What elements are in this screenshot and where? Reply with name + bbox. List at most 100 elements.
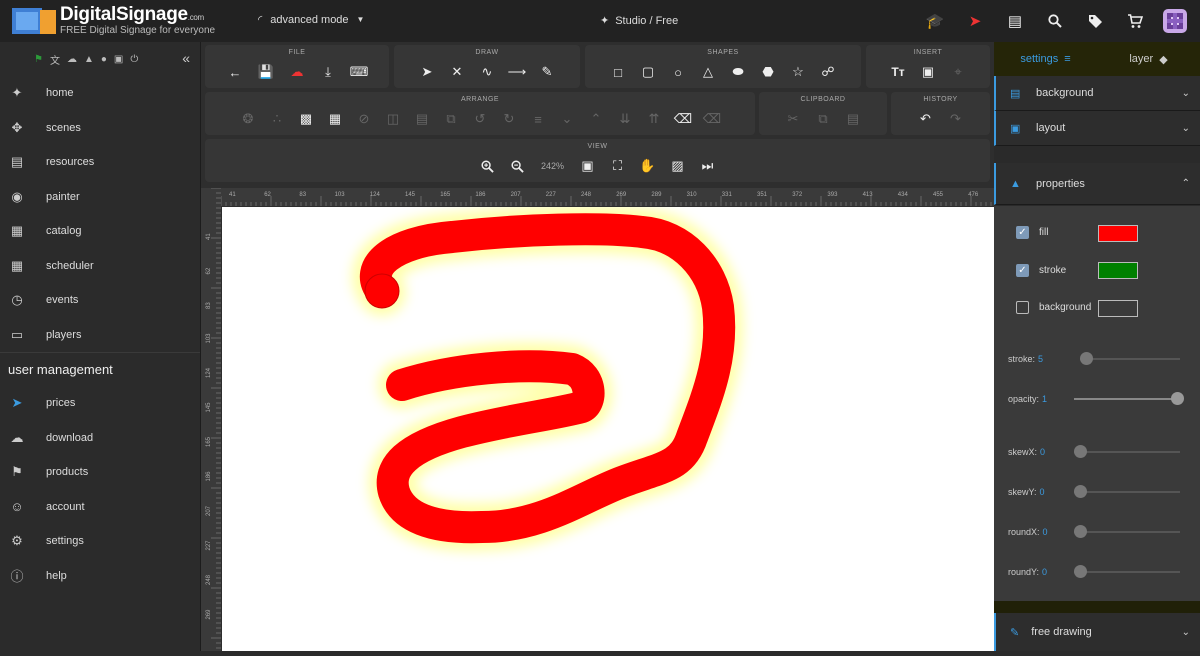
- chat-icon[interactable]: ▤: [1002, 8, 1028, 34]
- preview-icon[interactable]: ▨: [668, 156, 688, 176]
- stroke-color-swatch[interactable]: [1098, 262, 1138, 279]
- copy-icon[interactable]: ⧉: [813, 109, 833, 129]
- group-icon[interactable]: ❂: [238, 109, 258, 129]
- skewx-slider[interactable]: [1074, 445, 1087, 458]
- cut-path-icon[interactable]: ✕: [447, 62, 467, 82]
- cart-icon[interactable]: [1122, 8, 1148, 34]
- sidebar-item-home[interactable]: ✦ home: [0, 76, 200, 111]
- play-next-icon[interactable]: ⏭: [698, 156, 718, 176]
- background-checkbox[interactable]: [1016, 301, 1029, 314]
- nodes-icon[interactable]: ☍: [818, 62, 838, 82]
- logo[interactable]: DigitalSignage.com FREE Digital Signage …: [12, 5, 215, 36]
- flip-v-icon[interactable]: ▤: [412, 109, 432, 129]
- sidebar-item-painter[interactable]: ◉ painter: [0, 180, 200, 215]
- pencil-icon[interactable]: ✎: [537, 62, 557, 82]
- fullscreen-icon[interactable]: ⛶: [608, 156, 628, 176]
- rocket-icon[interactable]: ➤: [962, 8, 988, 34]
- bulb-icon[interactable]: ●: [101, 54, 107, 65]
- circle-icon[interactable]: ○: [668, 62, 688, 82]
- bring-forward-icon[interactable]: ⌃: [586, 109, 606, 129]
- sidebar-item-catalog[interactable]: ▦ catalog: [0, 214, 200, 249]
- flag-icon[interactable]: ⚑: [34, 54, 43, 65]
- background-color-swatch[interactable]: [1098, 300, 1138, 317]
- pointer-icon[interactable]: ➤: [417, 62, 437, 82]
- grid-icon[interactable]: ▦: [325, 109, 345, 129]
- align-icon[interactable]: ≡: [528, 109, 548, 129]
- flip-h-icon[interactable]: ◫: [383, 109, 403, 129]
- arrow-line-icon[interactable]: ⟶: [507, 62, 527, 82]
- rounded-rect-icon[interactable]: ▢: [638, 62, 658, 82]
- sidebar-item-prices[interactable]: ➤ prices: [0, 386, 200, 421]
- undo-icon[interactable]: ↶: [916, 109, 936, 129]
- fit-screen-icon[interactable]: ▣: [578, 156, 598, 176]
- roundx-slider[interactable]: [1074, 525, 1087, 538]
- avatar[interactable]: [1162, 8, 1188, 34]
- sidebar-item-download[interactable]: ☁ download: [0, 421, 200, 456]
- paste-icon[interactable]: ▤: [843, 109, 863, 129]
- zoom-in-icon[interactable]: [478, 156, 498, 176]
- crop-icon[interactable]: ⌖: [948, 62, 968, 82]
- free-drawing-section[interactable]: ✎ free drawing ⌄: [994, 613, 1200, 651]
- freehand-stroke[interactable]: [360, 213, 736, 544]
- rectangle-icon[interactable]: □: [608, 62, 628, 82]
- triangle-icon[interactable]: △: [698, 62, 718, 82]
- fill-color-swatch[interactable]: [1098, 225, 1138, 242]
- sidebar-item-account[interactable]: ☺ account: [0, 490, 200, 525]
- pan-hand-icon[interactable]: ✋: [638, 156, 658, 176]
- layout-section[interactable]: ▣ layout ⌄: [994, 111, 1200, 146]
- roundy-slider[interactable]: [1074, 565, 1087, 578]
- star-icon[interactable]: ☆: [788, 62, 808, 82]
- screen-icon[interactable]: ▣: [114, 54, 123, 65]
- search-icon[interactable]: [1042, 8, 1068, 34]
- fill-checkbox[interactable]: ✓: [1016, 226, 1029, 239]
- back-icon[interactable]: ←: [225, 62, 245, 82]
- drawing-canvas[interactable]: [222, 207, 994, 651]
- mode-dropdown[interactable]: ◜ advanced mode ▼: [258, 13, 364, 27]
- collapse-sidebar-icon[interactable]: «: [182, 50, 190, 66]
- select-all-icon[interactable]: ▩: [296, 109, 316, 129]
- text-icon[interactable]: Tт: [888, 62, 908, 82]
- sidebar-item-scheduler[interactable]: ▦ scheduler: [0, 249, 200, 284]
- opacity-slider[interactable]: [1171, 392, 1184, 405]
- sidebar-item-settings[interactable]: ⚙ settings: [0, 524, 200, 559]
- tag-icon[interactable]: [1082, 8, 1108, 34]
- ellipse-icon[interactable]: ⬬: [728, 62, 748, 82]
- hexagon-icon[interactable]: ⬣: [758, 62, 778, 82]
- rotate-left-icon[interactable]: ↺: [470, 109, 490, 129]
- tray-icon[interactable]: ▲: [84, 54, 94, 65]
- sidebar-item-products[interactable]: ⚑ products: [0, 455, 200, 490]
- hide-icon[interactable]: ⊘: [354, 109, 374, 129]
- ungroup-icon[interactable]: ∴: [267, 109, 287, 129]
- cloud-icon[interactable]: ☁: [67, 54, 77, 65]
- delete-all-icon[interactable]: ⌫: [673, 109, 693, 129]
- sidebar-item-players[interactable]: ▭ players: [0, 318, 200, 353]
- sidebar-item-resources[interactable]: ▤ resources: [0, 145, 200, 180]
- zoom-out-icon[interactable]: [508, 156, 528, 176]
- trash-icon[interactable]: ⌫: [702, 109, 722, 129]
- rotate-right-icon[interactable]: ↻: [499, 109, 519, 129]
- graduation-cap-icon[interactable]: 🎓: [922, 8, 948, 34]
- sidebar-item-scenes[interactable]: ✥ scenes: [0, 111, 200, 146]
- tab-layer[interactable]: layer ◆: [1097, 53, 1200, 66]
- power-icon[interactable]: ⏻: [130, 54, 138, 65]
- properties-section[interactable]: ▲ properties ⌃: [994, 163, 1200, 205]
- bring-to-front-icon[interactable]: ⇈: [644, 109, 664, 129]
- cloud-upload-icon[interactable]: ☁: [287, 62, 307, 82]
- tab-settings[interactable]: settings ≡: [994, 53, 1097, 65]
- keyboard-icon[interactable]: ⌨: [349, 62, 369, 82]
- download-icon[interactable]: ⤓: [318, 62, 338, 82]
- send-to-back-icon[interactable]: ⇊: [615, 109, 635, 129]
- duplicate-icon[interactable]: ⧉: [441, 109, 461, 129]
- skewy-slider[interactable]: [1074, 485, 1087, 498]
- polyline-icon[interactable]: ∿: [477, 62, 497, 82]
- sidebar-item-help[interactable]: ⓘ help: [0, 559, 200, 594]
- background-section[interactable]: ▤ background ⌄: [994, 76, 1200, 111]
- sidebar-item-events[interactable]: ◷ events: [0, 283, 200, 318]
- stroke-slider[interactable]: [1080, 352, 1093, 365]
- redo-icon[interactable]: ↷: [946, 109, 966, 129]
- translate-icon[interactable]: 文: [50, 52, 60, 67]
- image-icon[interactable]: ▣: [918, 62, 938, 82]
- save-icon[interactable]: 💾: [256, 62, 276, 82]
- cut-icon[interactable]: ✂: [783, 109, 803, 129]
- send-backward-icon[interactable]: ⌄: [557, 109, 577, 129]
